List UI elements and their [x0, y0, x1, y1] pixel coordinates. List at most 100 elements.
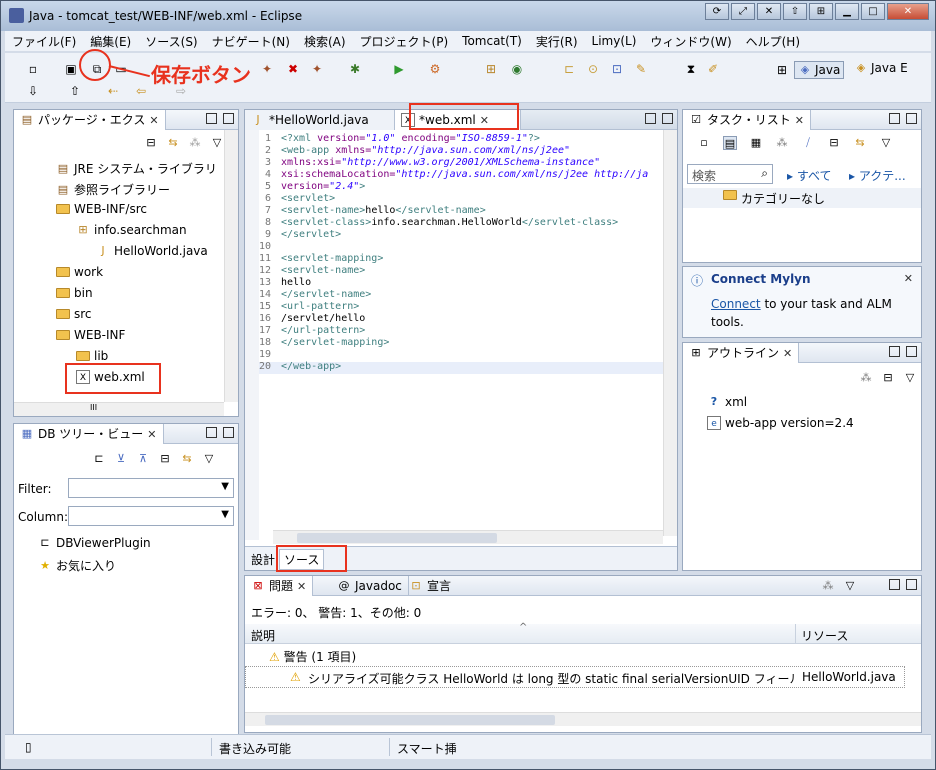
new-icon[interactable]: ▫ [25, 61, 41, 77]
maximize-view-icon[interactable] [906, 113, 917, 124]
code-line[interactable]: <servlet-class>info.searchman.HelloWorld… [281, 217, 618, 229]
next-annotation-icon[interactable]: ⇩ [25, 83, 41, 99]
prev-annotation-icon[interactable]: ⇧ [67, 83, 83, 99]
tree-item-dbviewer[interactable]: ⊏ DBViewerPlugin [38, 536, 150, 550]
fast-view-icon[interactable]: ▯ [25, 740, 32, 754]
maximize-button[interactable]: □ [861, 3, 885, 20]
search-icon[interactable]: ⊡ [609, 61, 625, 77]
maximize-view-icon[interactable] [906, 579, 917, 590]
code-line[interactable]: <servlet-name>hello</servlet-name> [281, 205, 486, 217]
warning-group-row[interactable]: ⚠ 警告 (1 項目) [269, 648, 356, 665]
filter-combo[interactable]: ▼ [68, 478, 234, 498]
tree-item-webinf-src[interactable]: WEB-INF/src [56, 202, 147, 216]
save-icon[interactable]: ▣ [63, 61, 79, 77]
code-line[interactable]: </servlet-mapping> [281, 337, 389, 349]
xml-source[interactable]: 1 <?xml version="1.0" encoding="ISO-8859-… [245, 133, 663, 533]
code-line[interactable]: <?xml version="1.0" encoding="ISO-8859-1… [281, 133, 540, 145]
close-button[interactable]: ✕ [887, 3, 929, 20]
menu-item[interactable]: 実行(R) [529, 33, 585, 50]
chevron-down-icon[interactable]: ▽ [202, 452, 216, 466]
code-line[interactable]: xmlns:xsi="http://www.w3.org/2001/XMLSch… [281, 157, 600, 169]
tab-helloworld-java[interactable]: J *HelloWorld.java [245, 110, 395, 130]
tree-item-bin[interactable]: bin [56, 286, 93, 300]
tab-outline[interactable]: ⊞ アウトライン ✕ [683, 343, 800, 363]
chevron-down-icon[interactable]: ▽ [843, 579, 857, 593]
scroll-thumb[interactable]: III [90, 403, 97, 412]
code-line[interactable]: /servlet/hello [281, 313, 365, 325]
close-icon[interactable]: ✕ [149, 111, 158, 130]
open-perspective-icon[interactable]: ⊞ [777, 63, 787, 77]
annotation-nav-icon[interactable]: ⧗ [683, 61, 699, 77]
menu-item[interactable]: ソース(S) [138, 33, 204, 50]
all-filter[interactable]: ▸ すべて [787, 167, 832, 184]
chevron-down-icon[interactable]: ▽ [879, 136, 893, 150]
close-icon[interactable]: ✕ [795, 111, 804, 130]
menu-item[interactable]: 検索(A) [297, 33, 353, 50]
view-menu-icon[interactable]: ⁂ [188, 136, 202, 150]
editor-vertical-scrollbar[interactable] [663, 130, 677, 536]
maximize-view-icon[interactable] [906, 346, 917, 357]
link-icon[interactable]: ⇆ [180, 452, 194, 466]
tree-item-lib[interactable]: lib [76, 349, 108, 363]
tree-item-work[interactable]: work [56, 265, 103, 279]
hide-completed-icon[interactable]: ⧸ [801, 136, 815, 150]
minimize-view-icon[interactable] [889, 579, 900, 590]
code-line[interactable]: xsi:schemaLocation="http://java.sun.com/… [281, 169, 648, 181]
tree-item-favorites[interactable]: ★ お気に入り [38, 557, 116, 574]
open-task-icon[interactable]: ⊙ [585, 61, 601, 77]
code-line[interactable]: <web-app xmlns="http://java.sun.com/xml/… [281, 145, 570, 157]
code-line[interactable]: <servlet-mapping> [281, 253, 383, 265]
code-line[interactable]: <servlet> [281, 193, 335, 205]
categorized-icon[interactable]: ▤ [723, 136, 737, 150]
activate-filter[interactable]: ▸ アクテ... [849, 167, 906, 184]
task-search-input[interactable]: 検索 ⌕ [687, 164, 773, 184]
tree-item-src[interactable]: src [56, 307, 92, 321]
tomcat-start-icon[interactable]: ✦ [259, 61, 275, 77]
collapse-all-icon[interactable]: ⊟ [144, 136, 158, 150]
tab-package-explorer[interactable]: ▤ パッケージ・エクス ✕ [14, 110, 166, 130]
menu-item[interactable]: ヘルプ(H) [739, 33, 807, 50]
pin-window-button[interactable]: ⇧ [783, 3, 807, 20]
code-line[interactable]: version="2.4"> [281, 181, 365, 193]
sync-icon[interactable]: ⇆ [853, 136, 867, 150]
code-line[interactable]: <servlet-name> [281, 265, 365, 277]
problems-horizontal-scrollbar[interactable] [245, 712, 921, 726]
external-tools-icon[interactable]: ⚙ [427, 61, 443, 77]
collapse-all-icon[interactable]: ⊟ [881, 371, 895, 385]
tree-item-jre[interactable]: ▤ JRE システム・ライブラリ [56, 160, 217, 177]
minimize-view-icon[interactable] [889, 113, 900, 124]
new-class-icon[interactable]: ◉ [509, 61, 525, 77]
maximize-view-icon[interactable] [223, 427, 234, 438]
perspective-java-ee[interactable]: ◈ Java E [854, 61, 908, 75]
column-combo[interactable]: ▼ [68, 506, 234, 526]
scroll-thumb[interactable] [297, 533, 497, 543]
tree-item-ref-libs[interactable]: ▤ 参照ライブラリー [56, 181, 170, 198]
help-window-button[interactable]: ⟳ [705, 3, 729, 20]
collapse-all-icon[interactable]: ⊟ [158, 452, 172, 466]
tab-problems[interactable]: ⊠ 問題 ✕ [245, 576, 314, 596]
chevron-down-icon[interactable]: ▽ [210, 136, 224, 150]
column-resource[interactable]: リソース [801, 627, 848, 644]
tree-item-helloworld[interactable]: J HelloWorld.java [96, 244, 207, 258]
tomcat-stop-icon[interactable]: ✖ [285, 61, 301, 77]
link-editor-icon[interactable]: ⇆ [166, 136, 180, 150]
window-menu-button[interactable]: ⊞ [809, 3, 833, 20]
close-icon[interactable]: ✕ [147, 425, 156, 444]
close-icon[interactable]: ✕ [904, 272, 913, 285]
minimize-view-icon[interactable] [206, 427, 217, 438]
editor-horizontal-scrollbar[interactable] [273, 530, 663, 544]
perspective-java[interactable]: ◈ Java [794, 61, 845, 79]
column-description[interactable]: 説明 [251, 627, 275, 644]
connect-link[interactable]: Connect [711, 297, 761, 311]
tab-design[interactable]: 設計 [251, 551, 275, 568]
back-icon[interactable]: ⇦ [133, 83, 149, 99]
horizontal-scrollbar[interactable]: III [14, 402, 224, 416]
maximize-view-icon[interactable] [223, 113, 234, 124]
edit-icon[interactable]: ✐ [705, 61, 721, 77]
collapse-all-icon[interactable]: ⊟ [827, 136, 841, 150]
import-icon[interactable]: ⊻ [114, 452, 128, 466]
tab-javadoc[interactable]: @ Javadoc [331, 576, 409, 596]
scroll-thumb[interactable] [265, 715, 555, 725]
table-row[interactable]: ⚠ シリアライズ可能クラス HelloWorld は long 型の stati… [245, 666, 905, 688]
tree-item-webinf[interactable]: WEB-INF [56, 328, 125, 342]
